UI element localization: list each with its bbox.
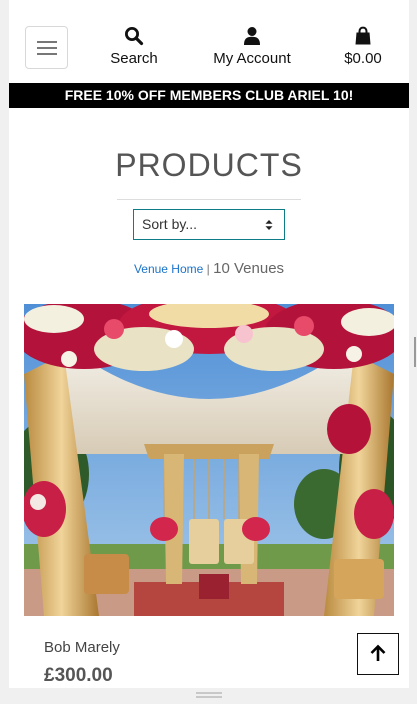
search-label: Search <box>110 50 158 67</box>
menu-toggle-button[interactable] <box>25 26 68 69</box>
product-name[interactable]: Bob Marely <box>44 638 120 658</box>
my-account-link[interactable]: My Account <box>202 26 302 68</box>
sort-selected-value: Sort by... <box>142 216 197 232</box>
shopping-bag-link[interactable]: $0.00 <box>336 26 390 68</box>
title-divider <box>117 199 301 200</box>
back-to-top-button[interactable] <box>357 633 399 675</box>
page: Search My Account $0.00 FREE 10% OFF MEM… <box>9 0 409 688</box>
arrow-up-icon <box>370 644 386 661</box>
top-navbar: Search My Account $0.00 <box>9 0 409 83</box>
scrollbar-thumb[interactable] <box>414 337 416 367</box>
sort-select[interactable]: Sort by... <box>133 209 285 240</box>
product-image[interactable] <box>24 304 394 616</box>
search-icon <box>125 27 144 46</box>
hamburger-icon <box>37 41 57 43</box>
promo-banner: FREE 10% OFF MEMBERS CLUB ARIEL 10! <box>9 83 409 108</box>
select-caret-icon <box>265 220 273 230</box>
venue-home-link[interactable]: Venue Home <box>134 262 203 276</box>
shopping-bag-icon <box>355 26 371 45</box>
wedding-mandap-photo <box>24 304 394 616</box>
search-link[interactable]: Search <box>103 26 165 68</box>
breadcrumb: Venue Home | 10 Venues <box>9 259 409 279</box>
page-title: PRODUCTS <box>115 147 303 183</box>
venue-count: 10 Venues <box>213 260 285 277</box>
user-icon <box>244 27 260 45</box>
breadcrumb-separator: | <box>206 262 210 276</box>
bag-total: $0.00 <box>344 50 382 67</box>
drag-handle-icon[interactable] <box>196 692 222 698</box>
my-account-label: My Account <box>213 50 291 67</box>
product-price: £300.00 <box>44 665 113 686</box>
